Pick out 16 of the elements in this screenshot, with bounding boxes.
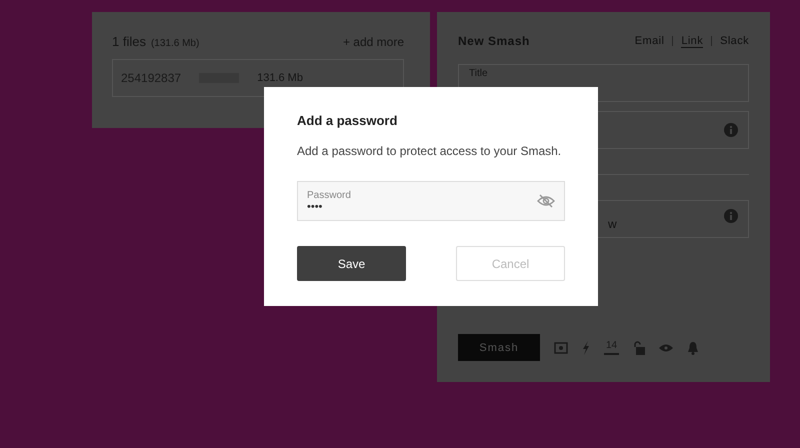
info-icon[interactable] bbox=[724, 123, 738, 137]
smash-button[interactable]: Smash bbox=[458, 334, 540, 361]
password-value: •••• bbox=[307, 200, 324, 212]
eye-off-icon[interactable] bbox=[537, 194, 555, 208]
dialog-message: Add a password to protect access to your Smash. bbox=[297, 144, 562, 158]
dialog-title: Add a password bbox=[297, 113, 398, 128]
info-icon[interactable] bbox=[724, 209, 738, 223]
lightning-icon[interactable] bbox=[582, 340, 590, 354]
cancel-button[interactable]: Cancel bbox=[456, 246, 565, 281]
eye-icon[interactable] bbox=[659, 344, 674, 352]
unlocked-lock-icon[interactable] bbox=[633, 340, 646, 354]
password-field[interactable]: Password •••• bbox=[297, 181, 565, 221]
bell-icon[interactable] bbox=[687, 340, 700, 354]
save-button[interactable]: Save bbox=[297, 246, 406, 281]
screen-icon[interactable] bbox=[554, 342, 568, 354]
password-label: Password bbox=[307, 190, 351, 200]
